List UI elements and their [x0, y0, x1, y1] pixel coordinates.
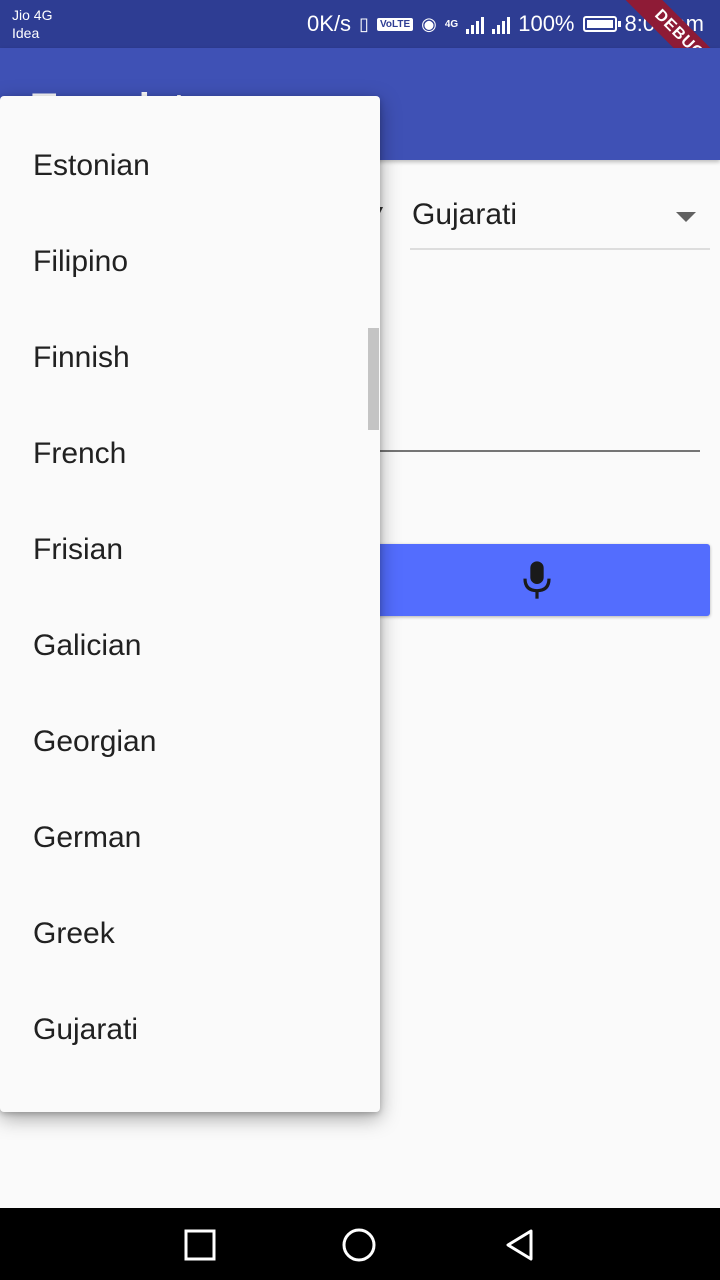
menu-item-label: Georgian: [33, 725, 157, 758]
triangle-back-icon[interactable]: [503, 1228, 537, 1262]
square-recent-icon[interactable]: [183, 1228, 217, 1262]
menu-item-label: Greek: [33, 917, 115, 950]
language-dropdown-menu: Estonian Filipino Finnish French Frisian…: [0, 96, 380, 1112]
menu-item-label: French: [33, 437, 127, 470]
battery-percent: 100%: [518, 11, 575, 36]
menu-item-filipino[interactable]: Filipino: [0, 214, 380, 310]
carrier-primary: Jio 4G: [12, 7, 53, 23]
target-language-value: Gujarati: [412, 198, 518, 231]
target-language-dropdown[interactable]: Gujarati: [410, 180, 710, 250]
menu-item-finnish[interactable]: Finnish: [0, 310, 380, 406]
network-speed: 0K/s: [307, 11, 352, 36]
menu-item-label: German: [33, 821, 142, 854]
menu-item-galician[interactable]: Galician: [0, 598, 380, 694]
battery-icon: [582, 16, 621, 32]
menu-item-label: Finnish: [33, 341, 130, 374]
menu-item-estonian[interactable]: Estonian: [0, 118, 380, 214]
carrier-info: Jio 4G Idea: [12, 6, 52, 42]
menu-item-label: Estonian: [33, 149, 150, 182]
dropdown-arrow-icon: [676, 212, 696, 222]
signal-icon-2: [492, 14, 511, 34]
menu-item-frisian[interactable]: Frisian: [0, 502, 380, 598]
vibrate-icon: ▯: [359, 13, 369, 34]
menu-item-label: Gujarati: [33, 1013, 139, 1046]
system-nav-bar: [0, 1208, 720, 1280]
menu-item-gujarati[interactable]: Gujarati: [0, 982, 380, 1078]
menu-item-label: Galician: [33, 629, 142, 662]
scrollbar-thumb[interactable]: [368, 328, 379, 430]
menu-item-greek[interactable]: Greek: [0, 886, 380, 982]
circle-home-icon[interactable]: [342, 1228, 376, 1262]
menu-item-german[interactable]: German: [0, 790, 380, 886]
menu-item-georgian[interactable]: Georgian: [0, 694, 380, 790]
menu-item-label: Filipino: [33, 245, 129, 278]
signal-icon-1: [466, 14, 485, 34]
menu-item-label: Frisian: [33, 533, 124, 566]
eye-comfort-icon: ◉: [421, 13, 437, 34]
network-type: 4G: [444, 18, 459, 30]
volte-badge: VoLTE: [376, 17, 414, 31]
menu-item-french[interactable]: French: [0, 406, 380, 502]
carrier-secondary: Idea: [12, 25, 40, 41]
status-bar: Jio 4G Idea 0K/s ▯ VoLTE ◉ 4G 100% 8:01 …: [0, 0, 720, 105]
mic-icon: [523, 561, 551, 599]
